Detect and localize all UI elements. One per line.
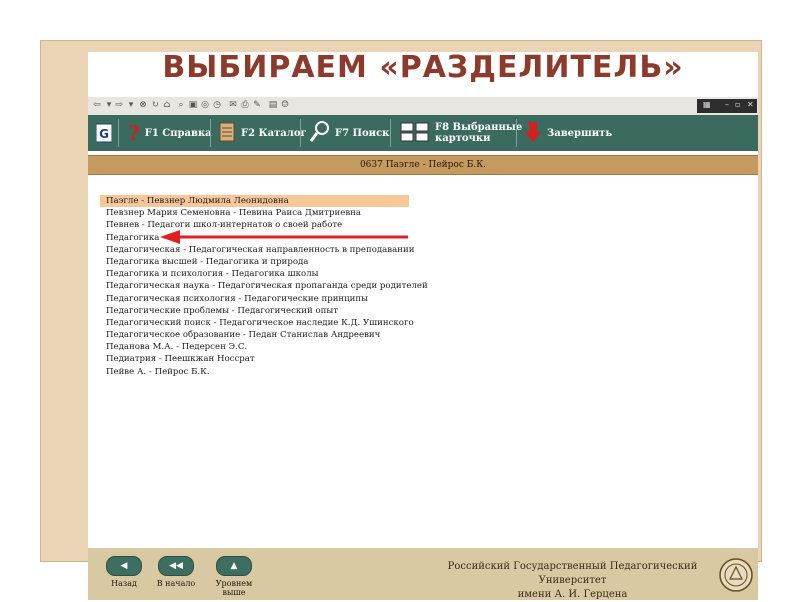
list-item[interactable]: Педагогическая психология - Педагогическ… <box>100 293 420 305</box>
to-start-label: В начало <box>156 579 196 588</box>
list-item[interactable]: Педагогический поиск - Педагогическое на… <box>100 317 420 329</box>
list-item[interactable]: Педиатрия - Пеешкжан Носсрат <box>100 353 420 365</box>
list-item[interactable]: Педагогическая наука - Педагогическая пр… <box>100 280 428 292</box>
list-item[interactable]: Педагогическая - Педагогическая направле… <box>100 244 420 256</box>
home-icon[interactable]: ⌂ <box>162 100 172 110</box>
level-up-label: Уровнем <box>215 579 253 588</box>
university-name: Российский Государственный Педагогически… <box>445 560 700 602</box>
list-item[interactable]: Певзнер Мария Семеновна - Певина Раиса Д… <box>100 207 420 219</box>
to-start-button[interactable]: ◀◀ В начало <box>146 556 206 588</box>
messenger-icon[interactable]: ☺ <box>280 100 290 110</box>
list-item[interactable]: Педагогические проблемы - Педагогический… <box>100 305 420 317</box>
annotation-arrow <box>160 230 408 244</box>
cards-icon <box>400 121 430 146</box>
svg-text:G: G <box>99 127 109 141</box>
print-icon[interactable]: ⎙ <box>240 100 250 110</box>
mail-icon[interactable]: ✉ <box>228 100 238 110</box>
media-icon[interactable]: ◎ <box>200 100 210 110</box>
index-list: Паэгле - Певзнер Людмила Леонидовна Певзн… <box>100 195 428 378</box>
search-label: F7 Поиск <box>335 127 390 139</box>
selected-cards-label: F8 Выбранные <box>435 122 523 133</box>
selected-cards-label-2: карточки <box>435 133 491 144</box>
level-up-button[interactable]: ▲ Уровнем выше <box>204 556 264 597</box>
exit-button[interactable]: Завершить <box>524 115 612 151</box>
catalog-button[interactable]: F2 Каталог <box>218 115 307 151</box>
dropdown-icon[interactable]: ▾ <box>126 100 136 110</box>
help-button[interactable]: ? F1 Справка <box>128 115 212 151</box>
app-navbar: G ? F1 Справка F2 Каталог F7 Поиск F8 Вы… <box>88 115 758 151</box>
help-label: F1 Справка <box>144 127 212 139</box>
refresh-icon[interactable]: ↻ <box>150 100 160 110</box>
list-item[interactable]: Пейве А. - Пейрос Б.К. <box>100 366 420 378</box>
history-icon[interactable]: ◷ <box>212 100 222 110</box>
app-logo-icon: G <box>96 123 112 143</box>
rewind-icon: ◀◀ <box>158 556 194 576</box>
up-arrow-icon: ▲ <box>216 556 252 576</box>
windows-logo-icon: ▦ <box>703 100 711 109</box>
favorites-icon[interactable]: ▣ <box>188 100 198 110</box>
university-name-line1: Российский Государственный Педагогически… <box>447 561 698 586</box>
catalog-icon <box>218 121 236 146</box>
dropdown-icon[interactable]: ▾ <box>104 100 114 110</box>
exit-label: Завершить <box>547 127 613 139</box>
list-item[interactable]: Педагогика высшей - Педагогика и природа <box>100 256 420 268</box>
browser-toolbar: ⇦ ▾ ⇨ ▾ ⊗ ↻ ⌂ ⌕ ▣ ◎ ◷ ✉ ⎙ ✎ ▤ ☺ <box>88 97 758 116</box>
slide-title: ВЫБИРАЕМ «РАЗДЕЛИТЕЛЬ» <box>162 50 684 85</box>
app-home-button[interactable]: G <box>96 115 112 151</box>
back-label: Назад <box>111 579 137 588</box>
arrow-down-icon <box>524 120 542 147</box>
question-icon: ? <box>128 121 140 145</box>
close-icon[interactable]: ✕ <box>747 100 754 109</box>
list-item[interactable]: Педагогика и психология - Педагогика шко… <box>100 268 420 280</box>
edit-icon[interactable]: ✎ <box>252 100 262 110</box>
back-button[interactable]: ◀ Назад <box>94 556 154 588</box>
breadcrumb: 0637 Паэгле - Пейрос Б.К. <box>88 155 758 175</box>
back-icon[interactable]: ⇦ <box>92 100 102 110</box>
minimize-icon[interactable]: – <box>725 100 729 109</box>
list-item[interactable]: Педанова М.А. - Педерсен Э.С. <box>100 341 420 353</box>
window-controls: ▦ – ▫ ✕ <box>697 99 757 113</box>
level-up-label-2: выше <box>222 588 246 597</box>
university-emblem-icon <box>719 558 753 592</box>
selected-cards-button[interactable]: F8 Выбранные карточки <box>400 115 522 151</box>
list-item[interactable]: Педагогическое образование - Педан Стани… <box>100 329 420 341</box>
search-icon[interactable]: ⌕ <box>176 100 186 110</box>
discuss-icon[interactable]: ▤ <box>268 100 278 110</box>
catalog-label: F2 Каталог <box>241 127 307 139</box>
list-item[interactable]: Паэгле - Певзнер Людмила Леонидовна <box>100 195 409 208</box>
restore-icon[interactable]: ▫ <box>735 100 740 109</box>
magnifier-icon <box>308 120 330 147</box>
search-button[interactable]: F7 Поиск <box>308 115 389 151</box>
stop-icon[interactable]: ⊗ <box>138 100 148 110</box>
forward-icon[interactable]: ⇨ <box>114 100 124 110</box>
back-arrow-icon: ◀ <box>106 556 142 576</box>
